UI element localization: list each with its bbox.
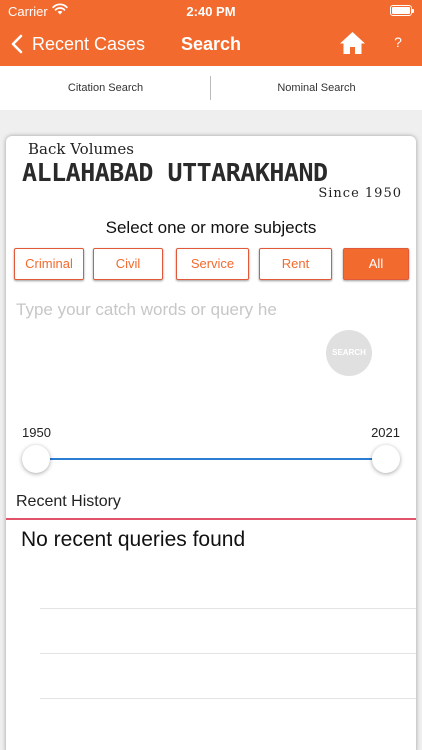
recent-history-heading: Recent History <box>16 493 121 510</box>
home-icon[interactable] <box>339 31 366 55</box>
query-input[interactable] <box>16 296 406 324</box>
search-card: Back Volumes ALLAHABAD UTTARAKHAND Since… <box>6 136 416 750</box>
status-bar: Carrier 2:40 PM <box>0 0 422 22</box>
subject-chip-all[interactable]: All <box>343 248 409 280</box>
year-max-label: 2021 <box>371 425 400 440</box>
list-separator <box>40 698 416 699</box>
list-separator <box>40 653 416 654</box>
navigation-bar: Recent Cases Search ? <box>0 22 422 66</box>
subject-chip-service[interactable]: Service <box>176 248 249 280</box>
subject-prompt: Select one or more subjects <box>105 218 317 237</box>
list-separator <box>40 608 416 609</box>
back-button[interactable]: Recent Cases <box>10 32 145 56</box>
status-time: 2:40 PM <box>186 4 236 19</box>
history-empty-message: No recent queries found <box>21 528 246 551</box>
logo-since: Since 1950 <box>318 186 402 201</box>
tab-nominal-search[interactable]: Nominal Search <box>211 66 422 110</box>
slider-thumb-start[interactable] <box>22 445 50 473</box>
history-divider <box>6 518 416 520</box>
logo-title: ALLAHABAD UTTARAKHAND <box>22 158 328 187</box>
logo-back-volumes: Back Volumes <box>28 140 134 158</box>
subject-chips: Criminal Civil Service Rent All <box>13 248 409 282</box>
slider-thumb-end[interactable] <box>372 445 400 473</box>
subject-chip-rent[interactable]: Rent <box>259 248 332 280</box>
top-bar: Carrier 2:40 PM Recent Cases Search ? <box>0 0 422 66</box>
battery-icon <box>390 5 414 16</box>
subject-chip-civil[interactable]: Civil <box>93 248 163 280</box>
search-type-tabs: Citation Search Nominal Search <box>0 66 422 110</box>
subject-chip-criminal[interactable]: Criminal <box>14 248 84 280</box>
publication-logo: Back Volumes ALLAHABAD UTTARAKHAND Since… <box>6 136 416 210</box>
help-button[interactable]: ? <box>388 34 408 50</box>
year-min-label: 1950 <box>22 425 51 440</box>
tab-citation-search[interactable]: Citation Search <box>0 66 211 110</box>
back-button-label: Recent Cases <box>32 33 146 54</box>
year-range-slider[interactable] <box>22 444 400 474</box>
back-chevron-icon <box>11 34 23 54</box>
search-button[interactable]: SEARCH <box>326 330 372 376</box>
slider-track <box>36 458 386 460</box>
